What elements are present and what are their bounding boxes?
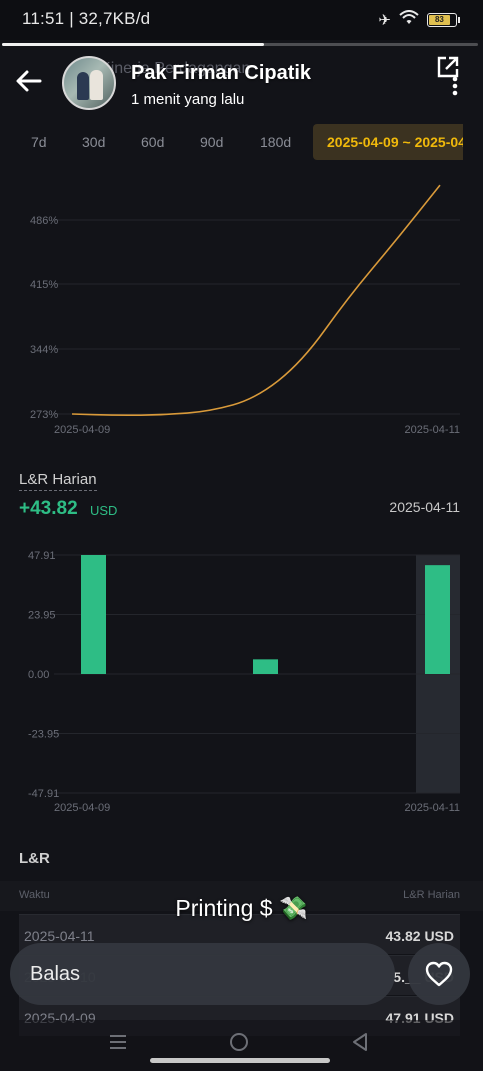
daily-pnl-unit: USD xyxy=(90,503,118,518)
daily-pnl-date: 2025-04-11 xyxy=(389,499,460,515)
y-tick-label: -23.95 xyxy=(28,729,59,741)
battery-icon: 83 xyxy=(427,13,460,27)
story-header: Aku Kinerja Perdagangan Pak Firman Cipat… xyxy=(0,48,483,118)
y-tick-label: 0.00 xyxy=(28,669,49,681)
system-nav-bar xyxy=(0,1020,483,1071)
nav-back-icon[interactable] xyxy=(351,1032,369,1052)
range-tabs: 7d 30d 60d 90d 180d 2025-04-09 ~ 2025-04… xyxy=(0,124,463,160)
reply-placeholder: Balas xyxy=(30,963,81,985)
x-tick-label: 2025-04-09 xyxy=(54,424,110,436)
y-tick-label: 344% xyxy=(30,344,58,356)
status-bar: 11:51 | 32,7KB/d ✈ 83 xyxy=(0,0,483,40)
reply-input[interactable]: Balas xyxy=(10,943,395,1005)
x-tick-label: 2025-04-11 xyxy=(405,424,460,436)
bar-2025-04-11 xyxy=(425,565,450,674)
daily-pnl-title[interactable]: L&R Harian xyxy=(19,471,97,491)
back-arrow-icon[interactable] xyxy=(12,64,46,98)
row-date: 2025-04-11 xyxy=(24,928,95,944)
cumulative-pnl-chart: 273% 344% 415% 486% 2025-04-09 2025-04-11 xyxy=(30,184,460,436)
tab-30d[interactable]: 30d xyxy=(82,124,105,160)
like-button[interactable] xyxy=(408,943,470,1005)
tab-90d[interactable]: 90d xyxy=(200,124,223,160)
bar-2025-04-09 xyxy=(81,555,106,674)
daily-pnl-value: +43.82 xyxy=(19,498,78,519)
heart-icon xyxy=(425,961,453,987)
y-tick-label: 47.91 xyxy=(28,550,56,562)
recent-apps-icon[interactable] xyxy=(108,1032,128,1052)
y-tick-label: -47.91 xyxy=(28,788,59,800)
story-progress-fill xyxy=(2,43,264,46)
row-value: 43.82 USD xyxy=(385,928,454,944)
y-tick-label: 273% xyxy=(30,409,58,421)
home-indicator[interactable] xyxy=(150,1058,330,1063)
x-tick-label: 2025-04-11 xyxy=(405,802,460,814)
y-tick-label: 415% xyxy=(30,279,58,291)
poster-name[interactable]: Pak Firman Cipatik xyxy=(131,62,311,85)
bar-2025-04-10 xyxy=(253,659,278,674)
daily-pnl-bar-chart: 47.91 23.95 0.00 -23.95 -47.91 2025-04-09 2025… xyxy=(28,550,460,814)
status-icons: ✈ 83 xyxy=(378,10,460,30)
y-tick-label: 23.95 xyxy=(28,610,56,622)
tab-7d[interactable]: 7d xyxy=(31,124,47,160)
x-tick-label: 2025-04-09 xyxy=(54,802,110,814)
home-icon[interactable] xyxy=(229,1032,249,1052)
avatar[interactable] xyxy=(62,56,116,110)
tab-60d[interactable]: 60d xyxy=(141,124,164,160)
y-tick-label: 486% xyxy=(30,215,58,227)
airplane-icon: ✈ xyxy=(378,12,391,29)
story-progress xyxy=(2,43,478,46)
posted-time: 1 menit yang lalu xyxy=(131,91,245,108)
story-caption: Printing $ 💸 xyxy=(175,895,308,921)
more-options-icon[interactable] xyxy=(452,76,458,96)
pnl-table-title: L&R xyxy=(19,850,50,867)
tab-custom-range[interactable]: 2025-04-09 ~ 2025-04-11 xyxy=(313,124,463,160)
status-time: 11:51 | 32,7KB/d xyxy=(22,9,151,28)
tab-180d[interactable]: 180d xyxy=(260,124,291,160)
wifi-icon xyxy=(399,10,419,30)
